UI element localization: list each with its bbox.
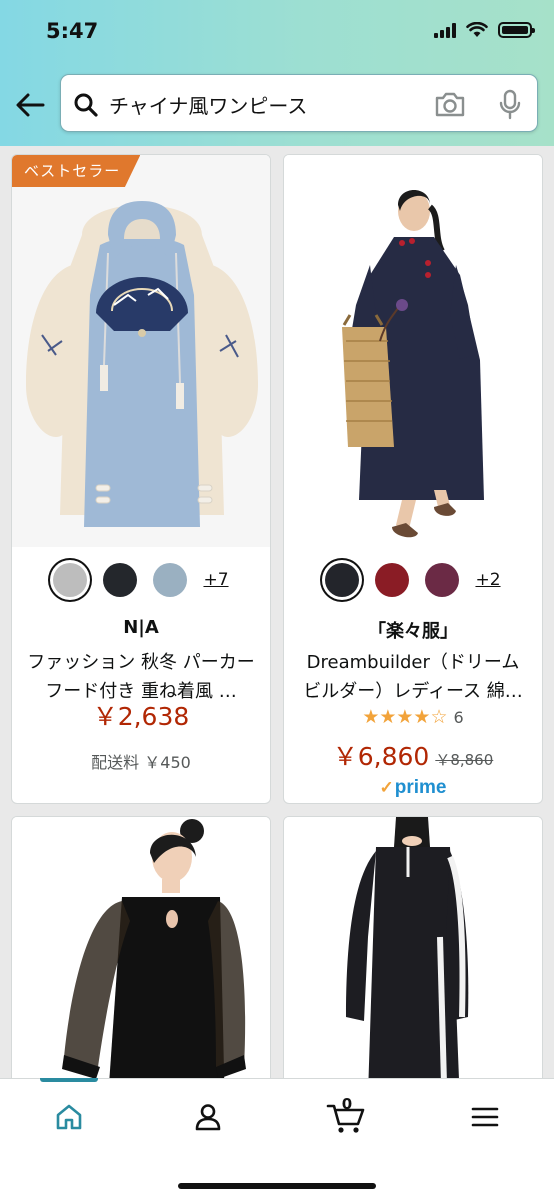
nav-account[interactable] (186, 1099, 230, 1135)
product-brand: 「楽々服」 (368, 621, 458, 642)
back-button[interactable] (12, 87, 48, 123)
top-header: 5:47 (0, 0, 554, 146)
rating-stars-icon: ★★★★☆ (362, 706, 448, 728)
nav-home[interactable] (47, 1099, 91, 1135)
microphone-icon[interactable] (498, 89, 522, 121)
product-card-1[interactable]: ベストセラー +7 N|A ファッション 秋冬 パーカー フード付き 重ね着風 … (11, 154, 271, 804)
color-swatches: +7 (12, 563, 270, 597)
prime-badge: ✓prime (379, 777, 447, 798)
long-dress-illustration (284, 155, 542, 547)
product-rating[interactable]: ★★★★☆ 6 (284, 706, 542, 728)
product-image[interactable] (12, 817, 270, 1078)
product-image[interactable] (284, 817, 542, 1078)
product-card-3[interactable] (11, 816, 271, 1078)
home-indicator-bar (178, 1183, 376, 1189)
hoodie-dress-illustration (12, 155, 270, 547)
striped-long-dress-illustration (284, 817, 542, 1078)
product-card-4[interactable] (283, 816, 543, 1078)
account-icon (195, 1104, 221, 1131)
prime-check-icon: ✓ (379, 778, 394, 797)
more-colors-link[interactable]: +2 (475, 570, 500, 590)
product-brand: N|A (123, 617, 159, 638)
search-bar[interactable] (60, 74, 538, 132)
active-tab-indicator (40, 1078, 98, 1082)
product-image[interactable] (12, 155, 270, 547)
search-icon (74, 93, 98, 117)
product-card-2[interactable]: +2 「楽々服」 Dreambuilder（ドリームビルダー）レディース 綿… … (283, 154, 543, 804)
swatch[interactable] (375, 563, 410, 597)
menu-icon (471, 1107, 499, 1127)
more-colors-link[interactable]: +7 (203, 570, 228, 590)
arrow-left-icon (16, 93, 45, 117)
swatch-selected[interactable] (325, 563, 360, 597)
rating-count: 6 (453, 707, 464, 727)
swatch-selected[interactable] (53, 563, 88, 597)
search-input[interactable] (109, 87, 419, 121)
bestseller-badge: ベストセラー (12, 155, 141, 187)
price-current: ￥2,638 (92, 702, 190, 731)
bottom-navigation: 0 (0, 1078, 554, 1199)
color-swatches: +2 (284, 563, 542, 597)
product-price: ￥6,860 ￥8,860 (284, 737, 542, 773)
swatch[interactable] (425, 563, 460, 597)
cart-count: 0 (341, 1095, 353, 1113)
price-current: ￥6,860 (332, 742, 430, 771)
status-icons (434, 22, 535, 38)
camera-icon[interactable] (434, 90, 466, 118)
wifi-icon (466, 22, 488, 37)
signal-icon (434, 22, 456, 38)
product-title[interactable]: Dreambuilder（ドリームビルダー）レディース 綿… (298, 648, 528, 706)
home-icon (56, 1104, 82, 1130)
nav-cart[interactable]: 0 (324, 1095, 368, 1135)
battery-icon (498, 22, 535, 38)
shipping-fee: 配送料 ￥450 (91, 753, 191, 772)
swatch[interactable] (153, 563, 188, 597)
product-price: ￥2,638 (12, 697, 270, 733)
price-original: ￥8,860 (435, 751, 494, 769)
product-image[interactable] (284, 155, 542, 547)
nav-menu[interactable] (463, 1099, 507, 1135)
swatch[interactable] (103, 563, 138, 597)
status-time: 5:47 (46, 19, 99, 43)
product-grid: ベストセラー +7 N|A ファッション 秋冬 パーカー フード付き 重ね着風 … (0, 146, 554, 1078)
qipao-sheer-sleeve-illustration (12, 817, 270, 1078)
